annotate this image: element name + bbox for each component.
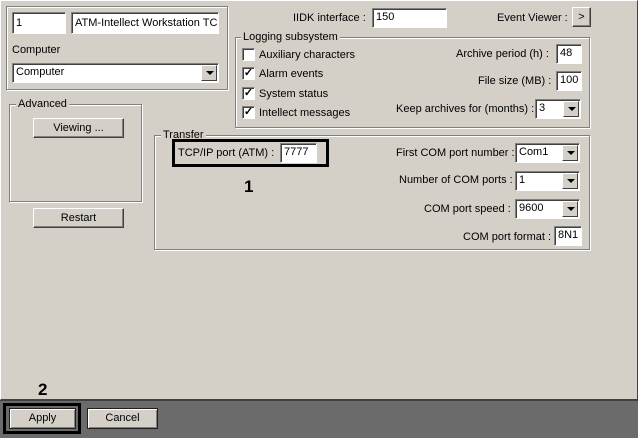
file-size-field[interactable]: 100 <box>556 71 582 91</box>
intellect-messages-checkbox[interactable]: ✓ <box>242 106 255 119</box>
com-port-speed-label: COM port speed : <box>424 203 511 215</box>
tcp-port-highlight <box>172 139 329 167</box>
archive-period-label: Archive period (h) : <box>456 48 549 60</box>
restart-button[interactable]: Restart <box>33 208 124 228</box>
keep-archives-label: Keep archives for (months) : <box>396 103 535 115</box>
event-viewer-button[interactable]: > <box>572 7 591 27</box>
chevron-down-icon[interactable] <box>563 101 579 117</box>
file-size-label: File size (MB) : <box>478 75 552 87</box>
alarm-events-label: Alarm events <box>259 68 324 80</box>
computer-name-field[interactable]: ATM-Intellect Workstation TC <box>71 12 219 34</box>
first-com-port-value: Com1 <box>519 146 549 158</box>
com-port-speed-value: 9600 <box>519 202 544 214</box>
chevron-down-icon[interactable] <box>562 173 578 189</box>
iidk-interface-label: IIDK interface : <box>293 12 366 24</box>
chevron-down-icon[interactable] <box>562 145 578 161</box>
chevron-down-icon[interactable] <box>562 201 578 217</box>
intellect-messages-label: Intellect messages <box>259 107 351 119</box>
number-of-com-ports-dropdown[interactable]: 1 <box>515 171 580 191</box>
keep-archives-value: 3 <box>539 102 546 114</box>
auxiliary-characters-checkbox[interactable] <box>242 48 255 61</box>
computer-type-value: Computer <box>16 66 65 78</box>
computer-id-field[interactable]: 1 <box>12 12 66 34</box>
com-port-format-label: COM port format : <box>463 231 552 243</box>
apply-button[interactable]: Apply <box>9 408 76 429</box>
iidk-interface-field[interactable]: 150 <box>372 8 447 28</box>
computer-label: Computer <box>12 44 61 56</box>
first-com-port-label: First COM port number : <box>396 147 515 159</box>
alarm-events-checkbox[interactable]: ✓ <box>242 67 255 80</box>
viewing-button[interactable]: Viewing ... <box>33 118 124 138</box>
advanced-group-title: Advanced <box>16 98 69 110</box>
callout-1: 1 <box>244 177 254 196</box>
com-port-format-field[interactable]: 8N1 <box>554 226 582 246</box>
auxiliary-characters-label: Auxiliary characters <box>259 49 355 61</box>
event-viewer-label: Event Viewer : <box>497 12 568 24</box>
archive-period-field[interactable]: 48 <box>556 44 582 64</box>
keep-archives-dropdown[interactable]: 3 <box>535 99 581 119</box>
logging-group-title: Logging subsystem <box>241 31 340 43</box>
number-of-com-ports-value: 1 <box>519 174 526 186</box>
system-status-checkbox[interactable]: ✓ <box>242 87 255 100</box>
computer-type-dropdown[interactable]: Computer <box>12 63 219 83</box>
chevron-down-icon[interactable] <box>201 65 217 81</box>
system-status-label: System status <box>259 88 329 100</box>
number-of-com-ports-label: Number of COM ports : <box>399 174 513 186</box>
com-port-speed-dropdown[interactable]: 9600 <box>515 199 580 219</box>
first-com-port-dropdown[interactable]: Com1 <box>515 143 580 163</box>
callout-2: 2 <box>38 380 48 399</box>
cancel-button[interactable]: Cancel <box>87 408 158 429</box>
